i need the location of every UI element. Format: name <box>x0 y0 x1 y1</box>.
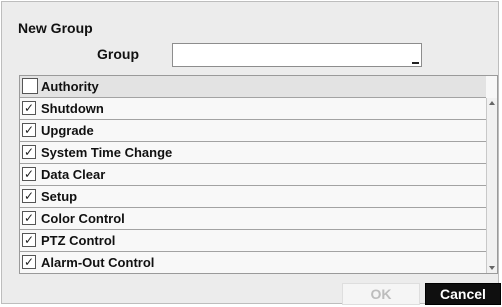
list-item[interactable]: ✓ Alarm-Out Control <box>20 252 486 273</box>
dialog-title: New Group <box>18 20 93 36</box>
checkbox-data-clear[interactable]: ✓ <box>22 167 36 181</box>
cancel-button[interactable]: Cancel <box>425 283 501 305</box>
list-item-label: Shutdown <box>41 101 104 116</box>
authority-list: Authority ✓ Shutdown ✓ Upgrade ✓ System … <box>19 75 498 274</box>
checkbox-shutdown[interactable]: ✓ <box>22 101 36 115</box>
list-item[interactable]: ✓ Upgrade <box>20 120 486 142</box>
list-item[interactable]: ✓ System Time Change <box>20 142 486 164</box>
checkbox-setup[interactable]: ✓ <box>22 189 36 203</box>
list-item[interactable]: ✓ PTZ Control <box>20 230 486 252</box>
authority-header-label: Authority <box>41 79 99 94</box>
list-item[interactable]: ✓ Data Clear <box>20 164 486 186</box>
checkbox-color-control[interactable]: ✓ <box>22 211 36 225</box>
scroll-down-arrow-icon[interactable] <box>489 266 495 270</box>
list-item-label: Data Clear <box>41 167 106 182</box>
authority-header-row[interactable]: Authority <box>20 76 486 98</box>
checkbox-system-time-change[interactable]: ✓ <box>22 145 36 159</box>
list-item-label: Alarm-Out Control <box>41 255 155 270</box>
checkbox-alarm-out-control[interactable]: ✓ <box>22 255 36 269</box>
scroll-up-arrow-icon[interactable] <box>489 101 495 105</box>
text-cursor <box>412 62 419 64</box>
list-item-label: PTZ Control <box>41 233 116 248</box>
list-item[interactable]: ✓ Shutdown <box>20 98 486 120</box>
checkbox-ptz-control[interactable]: ✓ <box>22 233 36 247</box>
list-item-label: System Time Change <box>41 145 173 160</box>
list-item-label: Upgrade <box>41 123 94 138</box>
authority-header-checkbox[interactable] <box>22 78 38 94</box>
group-label: Group <box>97 46 139 62</box>
list-item[interactable]: ✓ Color Control <box>20 208 486 230</box>
list-item[interactable]: ✓ Setup <box>20 186 486 208</box>
group-input[interactable] <box>172 43 422 67</box>
checkbox-upgrade[interactable]: ✓ <box>22 123 36 137</box>
list-item-label: Color Control <box>41 211 125 226</box>
new-group-dialog: New Group Group Authority ✓ Shutdown ✓ U… <box>1 1 501 305</box>
ok-button[interactable]: OK <box>342 283 420 305</box>
list-scrollbar[interactable] <box>486 98 497 273</box>
list-item-label: Setup <box>41 189 78 204</box>
